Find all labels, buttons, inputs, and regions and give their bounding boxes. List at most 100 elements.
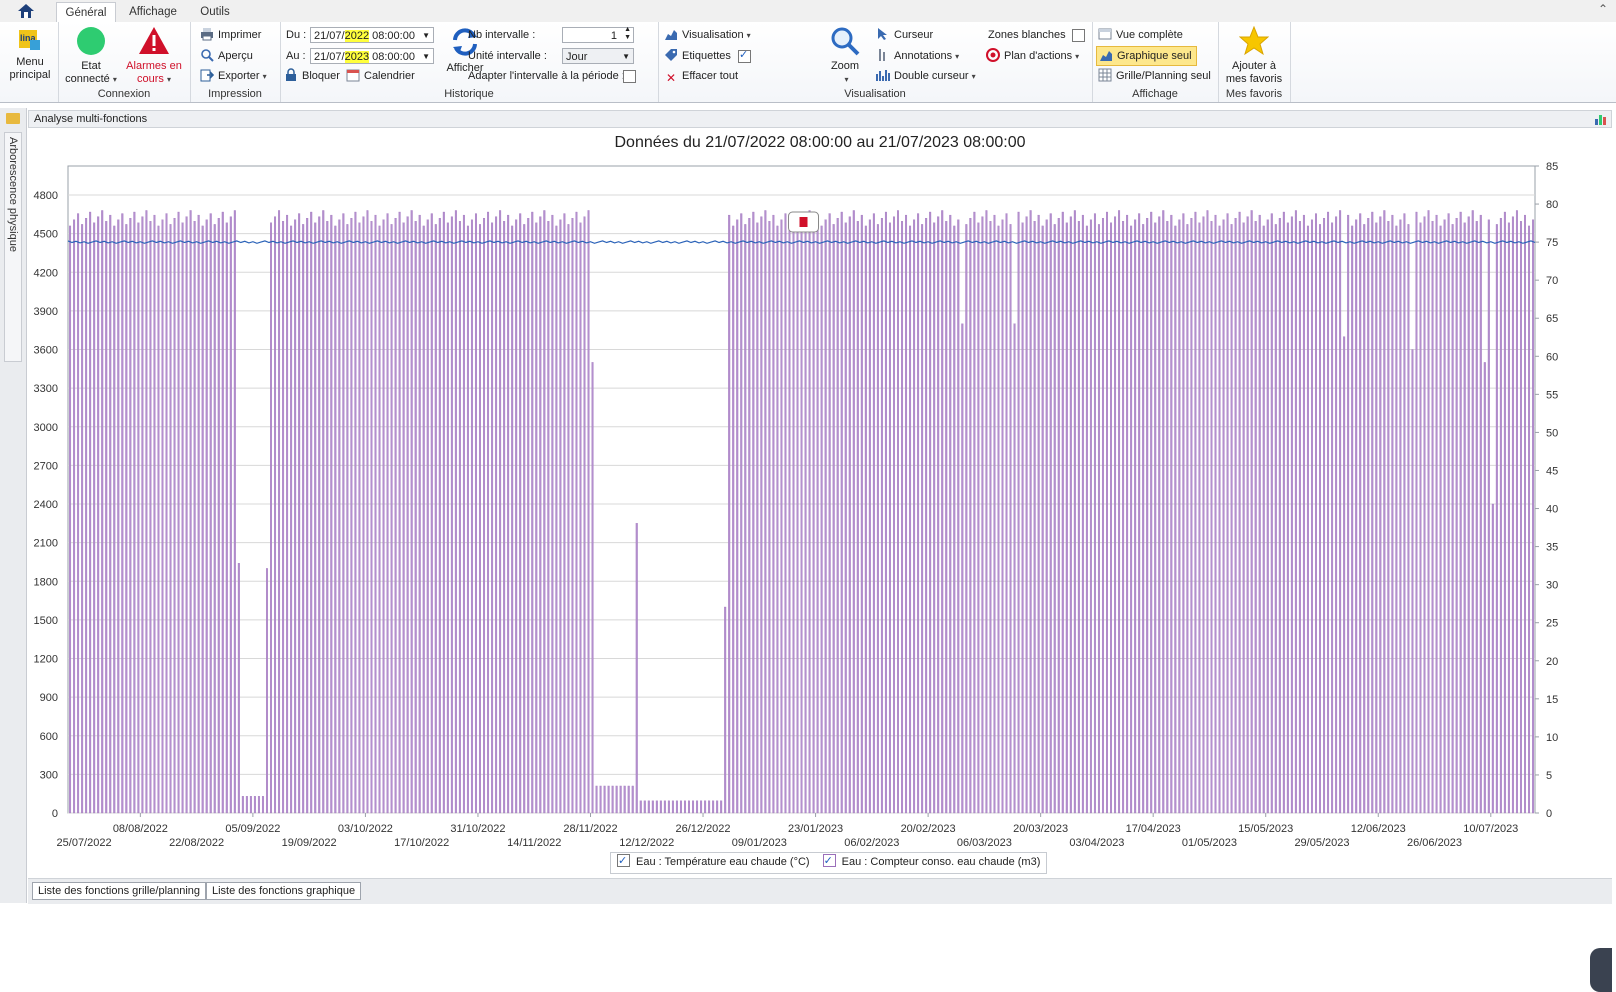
- bar: [599, 785, 602, 814]
- legend-item-compteur[interactable]: Eau : Compteur conso. eau chaude (m3): [822, 852, 1040, 871]
- bar: [619, 785, 622, 814]
- tab-affichage[interactable]: Affichage: [124, 2, 182, 22]
- bar: [1198, 222, 1201, 814]
- cursor-icon: [878, 28, 887, 40]
- bar: [816, 214, 819, 814]
- chart-svg[interactable]: 0300600900120015001800210024002700300033…: [28, 128, 1612, 850]
- graphique-seul-button[interactable]: Graphique seul: [1096, 46, 1197, 66]
- bar: [848, 216, 851, 814]
- plan-actions-button[interactable]: Plan d'actions ▾: [986, 47, 1079, 65]
- folder-icon[interactable]: [6, 113, 20, 124]
- chevron-down-icon[interactable]: ▼: [422, 28, 430, 44]
- bar: [981, 216, 984, 814]
- bar: [1379, 216, 1382, 814]
- chart-only-icon: [1100, 51, 1112, 61]
- chevron-down-icon[interactable]: ▼: [422, 49, 430, 65]
- home-icon[interactable]: [16, 2, 36, 20]
- tab-fonctions-grille[interactable]: Liste des fonctions grille/planning: [32, 882, 207, 900]
- apercu-button[interactable]: Aperçu: [200, 47, 253, 65]
- nb-intervalle-value: 1: [610, 30, 617, 42]
- tab-fonctions-graphique[interactable]: Liste des fonctions graphique: [206, 882, 362, 900]
- double-curseur-button[interactable]: Double curseur ▾: [876, 67, 976, 85]
- bar: [69, 225, 72, 814]
- curseur-button[interactable]: Curseur: [876, 26, 933, 44]
- zones-blanches-checkbox[interactable]: [1072, 29, 1085, 42]
- bar: [965, 224, 968, 814]
- bar: [358, 222, 361, 814]
- zoom-button[interactable]: Zoom ▾: [826, 26, 864, 86]
- bar: [892, 216, 895, 814]
- bar: [732, 225, 735, 814]
- arborescence-tab[interactable]: Arborescence physique: [4, 132, 22, 362]
- menu-principal-label-1: Menu: [16, 56, 44, 68]
- tab-outils[interactable]: Outils: [192, 2, 238, 22]
- bar: [1519, 221, 1522, 814]
- ajouter-favoris-button[interactable]: Ajouter à mes favoris: [1222, 25, 1286, 86]
- chevron-down-icon: ▾: [971, 72, 976, 81]
- imprimer-button[interactable]: Imprimer: [200, 26, 261, 44]
- exporter-button[interactable]: Exporter ▾: [200, 67, 267, 85]
- bar: [73, 219, 76, 814]
- visualisation-button[interactable]: Visualisation ▾: [664, 26, 751, 44]
- date-from-field[interactable]: 21/07/2022 08:00:00 ▼: [310, 27, 434, 43]
- bar: [1134, 219, 1137, 814]
- panel-title: Analyse multi-fonctions: [34, 113, 148, 125]
- bar: [1339, 210, 1342, 814]
- scroll-handle[interactable]: [1590, 948, 1612, 992]
- etiquettes-checkbox[interactable]: [738, 48, 751, 63]
- bar: [1069, 216, 1072, 814]
- bar: [93, 222, 96, 814]
- date-from-year: 2022: [344, 30, 370, 42]
- calendrier-button[interactable]: Calendrier: [346, 67, 415, 85]
- bar: [756, 222, 759, 814]
- bar: [961, 323, 964, 814]
- adapter-intervalle-checkbox[interactable]: [623, 70, 636, 83]
- bar: [334, 225, 337, 814]
- bar: [1258, 214, 1261, 814]
- annotations-button[interactable]: Annotations ▾: [876, 47, 959, 65]
- tab-general[interactable]: Général: [56, 2, 116, 24]
- unite-intervalle-select[interactable]: Jour ▼: [562, 48, 634, 64]
- bar: [1049, 213, 1052, 814]
- group-affichage: Vue complète Graphique seul Grille/Plann…: [1092, 22, 1219, 102]
- legend-item-temperature[interactable]: Eau : Température eau chaude (°C): [617, 852, 810, 871]
- chart-area[interactable]: Données du 21/07/2022 08:00:00 au 21/07/…: [28, 128, 1612, 992]
- vue-complete-button[interactable]: Vue complète: [1098, 26, 1183, 44]
- y-left-tick-label: 3900: [34, 306, 58, 318]
- bar: [1174, 225, 1177, 814]
- effacer-tout-button[interactable]: ✕ Effacer tout: [664, 67, 738, 85]
- chart-bars-icon[interactable]: [1594, 113, 1608, 125]
- date-to-field[interactable]: 21/07/2023 08:00:00 ▼: [310, 48, 434, 64]
- x-tick-label: 12/06/2023: [1351, 823, 1406, 835]
- grille-planning-button[interactable]: Grille/Planning seul: [1098, 67, 1211, 85]
- legend-checkbox-temperature[interactable]: [617, 852, 630, 870]
- nb-intervalle-stepper[interactable]: 1 ▲ ▼: [562, 26, 634, 43]
- zoom-magnifier-icon: [831, 27, 860, 56]
- collapse-ribbon-icon[interactable]: ⌃: [1598, 2, 1608, 16]
- bar: [77, 213, 80, 814]
- bar: [776, 225, 779, 814]
- bar: [474, 213, 477, 814]
- bar: [298, 213, 301, 814]
- bar: [181, 222, 184, 814]
- bar: [257, 796, 260, 814]
- y-right-tick-label: 30: [1546, 580, 1558, 592]
- bar: [1487, 219, 1490, 814]
- date-to-pre: 21/07/: [314, 51, 345, 63]
- etiquettes-button[interactable]: Etiquettes: [664, 47, 731, 65]
- x-tick-label: 01/05/2023: [1182, 837, 1237, 849]
- bar: [667, 800, 670, 814]
- bar: [1017, 211, 1020, 814]
- legend-checkbox-compteur[interactable]: [822, 852, 836, 870]
- date-from-post: 08:00:00: [369, 30, 415, 42]
- bar: [274, 216, 277, 814]
- bloquer-button[interactable]: Bloquer: [284, 67, 340, 85]
- etat-connecte-button[interactable]: Etat connecté ▾: [64, 26, 118, 86]
- stepper-arrows-icon[interactable]: ▲ ▼: [624, 26, 631, 42]
- alarmes-en-cours-button[interactable]: Alarmes en cours ▾: [122, 26, 186, 86]
- bar: [752, 211, 755, 814]
- bar: [1387, 221, 1390, 814]
- menu-principal-button[interactable]: lina Menu principal: [6, 28, 54, 82]
- bar: [1021, 222, 1024, 814]
- printer-icon: [201, 28, 213, 41]
